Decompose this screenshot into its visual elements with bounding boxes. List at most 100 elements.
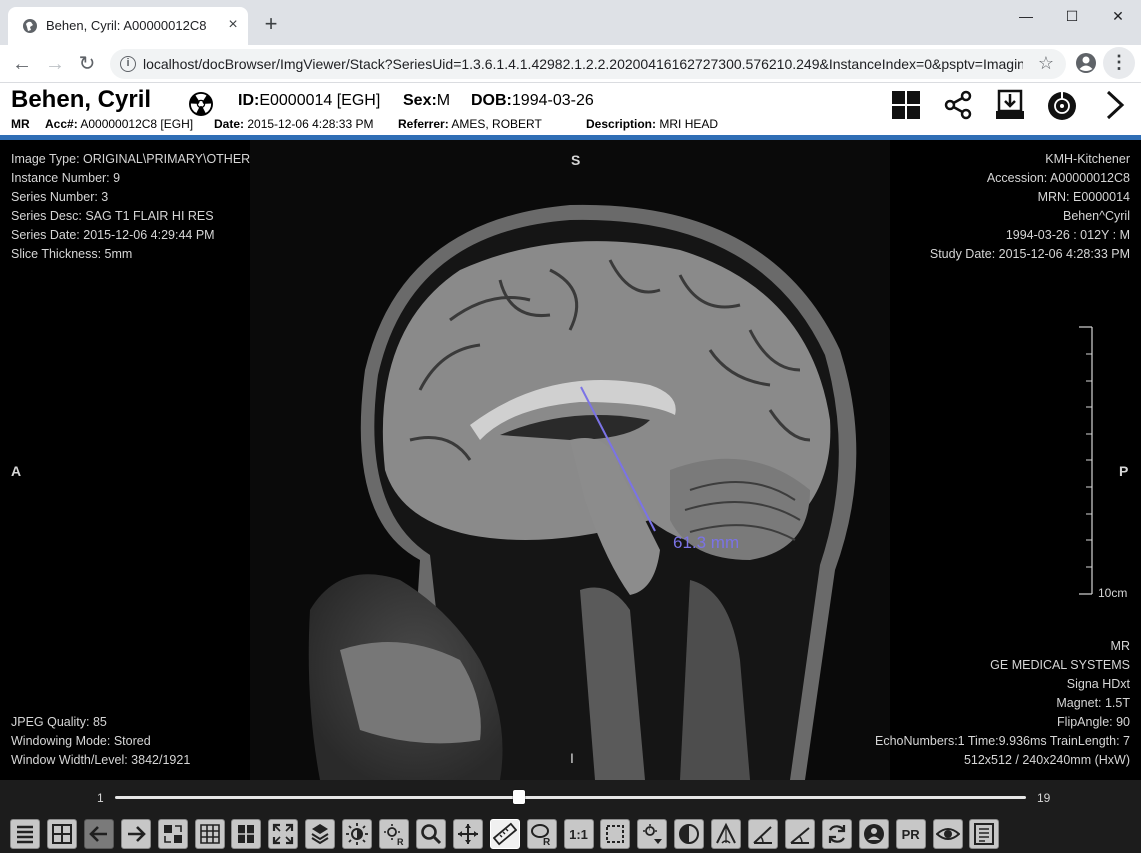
window-preset-icon: [643, 824, 663, 844]
actual-size-button[interactable]: 1:1: [563, 819, 594, 849]
measurement-label[interactable]: 61.3 mm: [673, 533, 739, 553]
window-preset-button[interactable]: [637, 819, 668, 849]
overlay-line: Study Date: 2015-12-06 4:28:33 PM: [929, 247, 1130, 261]
dob-label: DOB:: [471, 92, 512, 109]
orientation-anterior: A: [11, 463, 22, 479]
split-button[interactable]: [231, 819, 262, 849]
reload-button[interactable]: ↻: [74, 51, 100, 77]
stack-icon: [311, 824, 329, 845]
share-icon[interactable]: [942, 89, 974, 121]
swap-button[interactable]: [157, 819, 188, 849]
overlay-bottom-left: JPEG Quality: 85 Windowing Mode: Stored …: [11, 713, 190, 770]
browser-menu-button[interactable]: ⋮: [1103, 47, 1135, 79]
cobb-angle-button[interactable]: [748, 819, 778, 849]
dob-value: 1994-03-26: [511, 92, 594, 109]
layout-button[interactable]: [46, 819, 77, 849]
stack-button[interactable]: [305, 819, 336, 849]
profile-icon[interactable]: [1075, 52, 1097, 74]
scale-label: 10cm: [1098, 586, 1128, 600]
rotate-button[interactable]: [821, 819, 852, 849]
ruler-button[interactable]: [489, 819, 520, 849]
angle-button[interactable]: [711, 819, 742, 849]
close-window-button[interactable]: ✕: [1095, 0, 1141, 32]
image-viewport[interactable]: Image Type: ORIGINAL\PRIMARY\OTHER Insta…: [0, 140, 1141, 780]
date-value: 2015-12-06 4:28:33 PM: [247, 117, 374, 131]
presentation-state-button[interactable]: PR: [895, 819, 926, 849]
overlay-line: 1994-03-26 : 012Y : M: [1005, 228, 1130, 242]
omnibox[interactable]: i localhost/docBrowser/ImgViewer/Stack?S…: [110, 49, 1066, 79]
angle-icon: [716, 822, 736, 844]
maximize-button[interactable]: ☐: [1049, 0, 1095, 32]
actual-size-icon: 1:1: [569, 826, 588, 842]
pan-button[interactable]: [452, 819, 483, 849]
overlay-line: KMH-Kitchener: [1045, 152, 1130, 166]
minimize-button[interactable]: —: [1003, 0, 1049, 32]
new-tab-button[interactable]: +: [259, 13, 283, 37]
sex-label: Sex:: [403, 92, 437, 109]
patient-icon: [863, 824, 884, 844]
next-button[interactable]: [120, 819, 151, 849]
viewer-toolbar: R R 1:1 PR: [0, 815, 1141, 853]
split-icon: [238, 825, 255, 843]
series-list-icon: [17, 825, 33, 844]
id-value: E0000014 [EGH]: [259, 92, 381, 109]
scale-ruler: [1079, 326, 1093, 595]
previous-button[interactable]: [83, 819, 114, 849]
tab-close-icon[interactable]: ×: [224, 16, 242, 34]
pan-icon: [457, 824, 478, 844]
tab-title: Behen, Cyril: A00000012C8: [46, 18, 207, 33]
eye-button[interactable]: [932, 819, 963, 849]
layout-grid-icon[interactable]: [890, 89, 922, 121]
window-level-icon: [346, 823, 369, 845]
radiation-icon: [189, 92, 213, 116]
patient-button[interactable]: [858, 819, 889, 849]
bookmark-star-icon[interactable]: ☆: [1038, 53, 1054, 74]
forward-button[interactable]: →: [42, 51, 68, 77]
zoom-icon: [421, 824, 441, 845]
roi-window-button[interactable]: R: [379, 819, 409, 849]
roi-button[interactable]: R: [526, 819, 557, 849]
download-icon[interactable]: [994, 89, 1026, 121]
crop-button[interactable]: [600, 819, 631, 849]
chevron-right-icon[interactable]: [1100, 89, 1132, 121]
description-value: MRI HEAD: [659, 117, 719, 131]
grid-button[interactable]: [194, 819, 225, 849]
fit-button[interactable]: [268, 819, 299, 849]
overlay-line: Window Width/Level: 3842/1921: [11, 753, 191, 767]
annotate-angle-button[interactable]: [784, 819, 815, 849]
date-label: Date:: [214, 117, 245, 131]
overlay-bottom-right: MR GE MEDICAL SYSTEMS Signa HDxt Magnet:…: [875, 637, 1130, 770]
slice-slider-track[interactable]: [115, 796, 1026, 799]
slider-min-label: 1: [97, 791, 104, 805]
referrer-label: Referrer:: [398, 117, 449, 131]
orientation-superior: S: [571, 152, 581, 168]
overlay-line: Windowing Mode: Stored: [11, 734, 151, 748]
report-button[interactable]: [969, 819, 1000, 849]
series-list-button[interactable]: [10, 819, 40, 849]
report-icon: [974, 823, 995, 845]
grid-icon: [199, 824, 220, 844]
overlay-line: Magnet: 1.5T: [1056, 696, 1130, 710]
invert-icon: [679, 824, 700, 844]
svg-text:R: R: [397, 837, 404, 846]
site-info-icon[interactable]: i: [120, 56, 136, 72]
ruler-icon: [492, 822, 517, 846]
window-level-button[interactable]: [342, 819, 373, 849]
id-label: ID:: [238, 92, 260, 109]
back-button[interactable]: ←: [9, 51, 35, 77]
zoom-button[interactable]: [415, 819, 446, 849]
disc-burn-icon[interactable]: [1046, 89, 1078, 121]
browser-tab[interactable]: Behen, Cyril: A00000012C8 ×: [8, 7, 248, 45]
slice-slider-thumb[interactable]: [513, 790, 526, 804]
overlay-line: Image Type: ORIGINAL\PRIMARY\OTHER: [11, 152, 251, 166]
previous-icon: [88, 826, 107, 842]
rotate-icon: [828, 825, 845, 843]
url-text[interactable]: localhost/docBrowser/ImgViewer/Stack?Ser…: [143, 56, 1023, 72]
invert-button[interactable]: [674, 819, 705, 849]
presentation-state-icon: PR: [901, 826, 920, 842]
orientation-posterior: P: [1119, 463, 1129, 479]
acc-label: Acc#:: [45, 117, 78, 131]
orientation-inferior: I: [570, 750, 574, 766]
sex-value: M: [436, 92, 451, 109]
cobb-angle-icon: [753, 826, 772, 844]
